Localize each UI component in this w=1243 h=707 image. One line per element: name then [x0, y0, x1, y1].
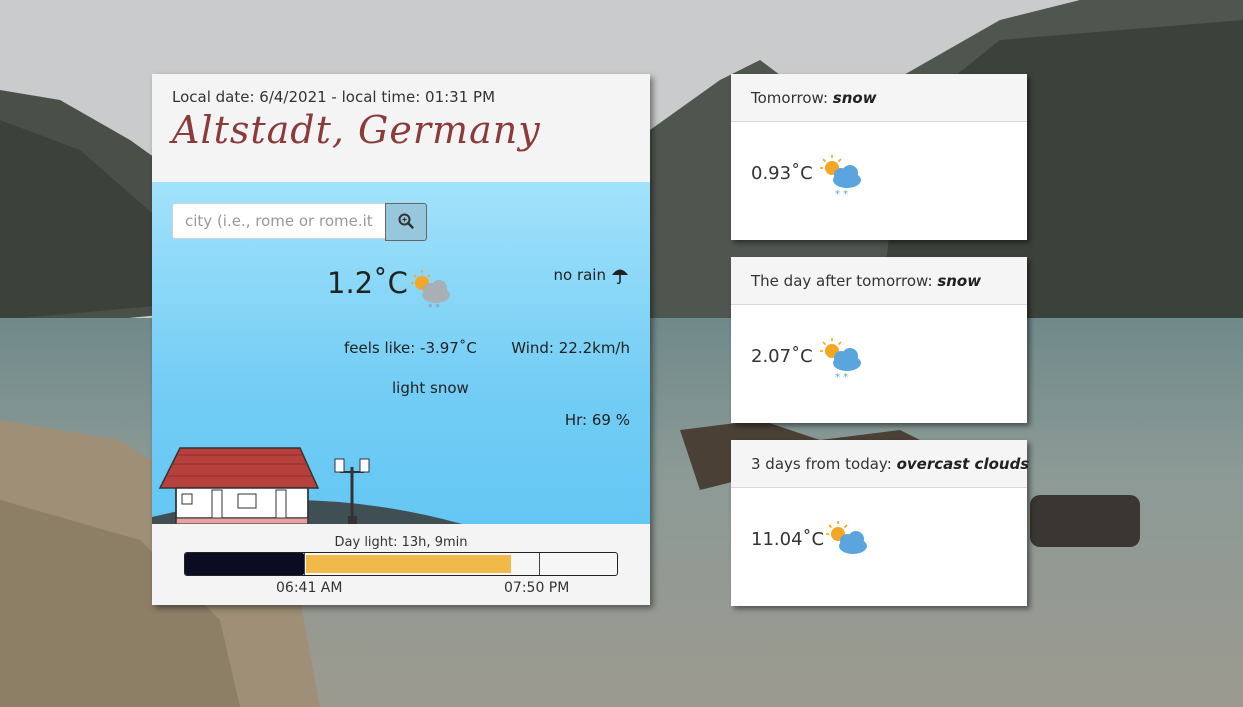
- umbrella-icon: [612, 269, 628, 284]
- weather-scene: 1.2˚C * * no rain feels like: -3.97˚C Wi…: [152, 182, 650, 524]
- rain-status: no rain: [554, 266, 631, 284]
- house-illustration: [152, 447, 462, 524]
- sunset-time: 07:50 PM: [504, 580, 570, 596]
- forecast-card-3-days: 3 days from today: overcast clouds 11.04…: [731, 440, 1030, 606]
- forecast-condition: snow: [832, 89, 877, 107]
- search-icon: [398, 213, 414, 229]
- sunrise-marker: [304, 553, 305, 575]
- forecast-header: Tomorrow: snow: [731, 74, 1027, 122]
- local-datetime: Local date: 6/4/2021 - local time: 01:31…: [172, 88, 496, 106]
- current-weather-card: Local date: 6/4/2021 - local time: 01:31…: [152, 74, 650, 605]
- forecast-day-label: Tomorrow:: [751, 89, 828, 107]
- sunrise-time: 06:41 AM: [276, 580, 343, 596]
- svg-text:* *: * *: [835, 189, 848, 198]
- sun-cloud-snow-icon: * *: [820, 338, 861, 381]
- forecast-header: The day after tomorrow: snow: [731, 257, 1027, 305]
- current-temperature: 1.2˚C: [327, 266, 408, 300]
- wind-speed: Wind: 22.2km/h: [511, 339, 630, 357]
- daylight-duration: Day light: 13h, 9min: [334, 535, 468, 550]
- forecast-temperature: 2.07˚C: [751, 346, 813, 367]
- forecast-temperature: 11.04˚C: [751, 529, 825, 550]
- card-header: Local date: 6/4/2021 - local time: 01:31…: [152, 74, 650, 182]
- sun-cloud-snow-icon: * *: [820, 155, 861, 198]
- forecast-temperature: 0.93˚C: [751, 163, 813, 184]
- city-search-input[interactable]: [172, 203, 386, 239]
- svg-text:* *: * *: [835, 372, 848, 381]
- forecast-card-tomorrow: Tomorrow: snow 0.93˚C * *: [731, 74, 1027, 240]
- search-button[interactable]: [385, 203, 427, 241]
- forecast-condition: overcast clouds: [896, 455, 1030, 473]
- forecast-header: 3 days from today: overcast clouds: [731, 440, 1030, 488]
- sun-cloud-icon: [826, 521, 867, 554]
- forecast-condition: snow: [937, 272, 982, 290]
- daylight-elapsed-segment: [306, 555, 511, 573]
- forecast-day-label: The day after tomorrow:: [751, 272, 933, 290]
- feels-like: feels like: -3.97˚C: [344, 339, 477, 357]
- svg-text:* *: * *: [428, 303, 440, 312]
- daylight-section: Day light: 13h, 9min 06:41 AM 07:50 PM: [152, 524, 650, 605]
- sunset-marker: [539, 553, 540, 575]
- city-title: Altstadt, Germany: [172, 108, 541, 152]
- night-segment: [185, 553, 304, 575]
- partly-cloudy-snow-icon: * *: [411, 270, 450, 312]
- humidity: Hr: 69 %: [564, 411, 630, 429]
- forecast-day-label: 3 days from today:: [751, 455, 892, 473]
- forecast-card-day-after: The day after tomorrow: snow 2.07˚C * *: [731, 257, 1027, 423]
- daylight-progress-bar: [184, 552, 618, 576]
- rain-text: no rain: [553, 266, 607, 284]
